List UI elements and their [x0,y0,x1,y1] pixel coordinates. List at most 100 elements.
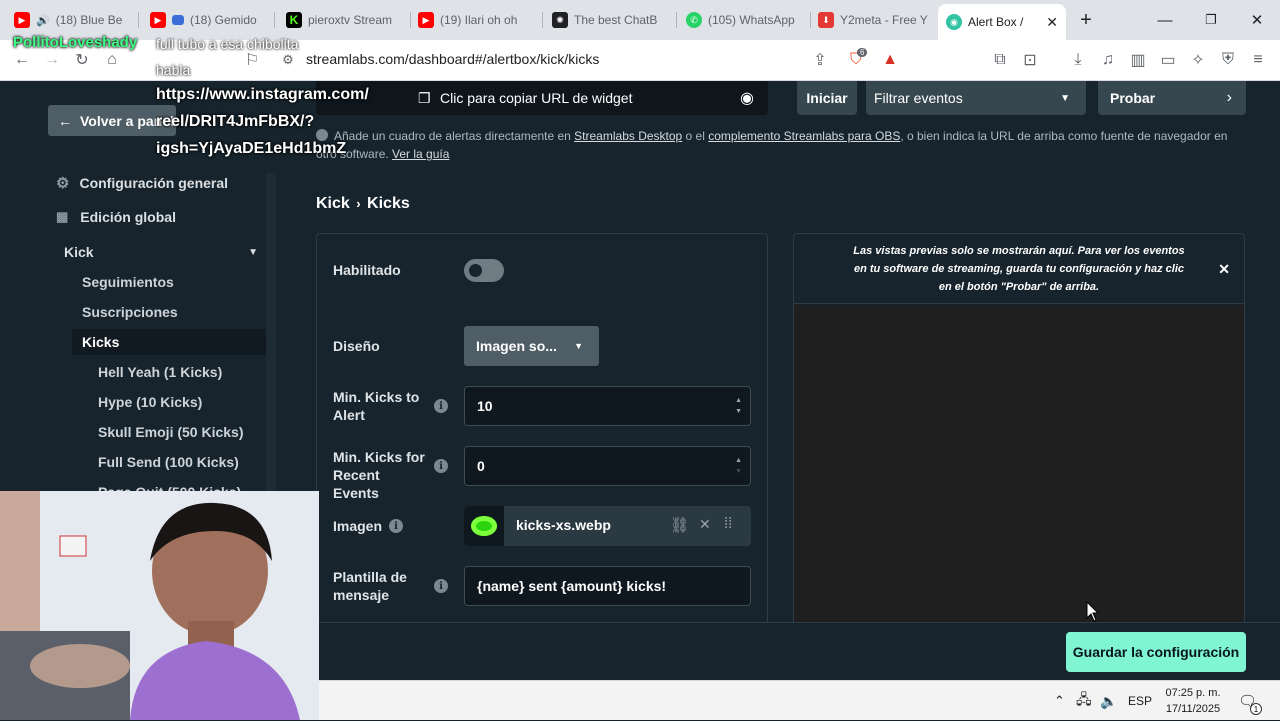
info-icon[interactable]: i [434,579,448,593]
info-text: o el [682,129,709,143]
caret-down-icon: ▼ [574,341,583,351]
min-kicks-alert-input[interactable]: 10 ▲ ▼ [464,386,751,426]
chevron-right-icon: › [1226,89,1232,106]
filter-events-dropdown[interactable]: Filtrar eventos ▼ [866,81,1086,115]
sidebar-kick-variation[interactable]: Full Send (100 Kicks) [98,449,239,475]
chatgpt-icon: ✺ [552,12,568,28]
vpn-icon[interactable]: ⛨ [1216,48,1240,72]
browser-tab[interactable]: ⬇ Y2meta - Free Y [810,6,938,34]
breadcrumb-current: Kicks [367,195,410,212]
url-bar[interactable]: streamlabs.com/dashboard#/alertbox/kick/… [306,51,599,67]
sidebar-section-kick[interactable]: Kick ▼ [64,239,258,265]
sidebar-item-global-edit[interactable]: ▦ Edición global [56,204,176,230]
image-label: Imagen [333,518,383,534]
youtube-icon: ▶ [14,12,30,28]
eye-icon[interactable]: ◉ [740,88,754,108]
min-kicks-recent-label: Min. Kicks for Recent Events [333,449,425,501]
network-icon[interactable]: 🖧 [1076,681,1092,721]
design-label: Diseño [333,338,380,354]
leo-ai-icon[interactable]: ✧ [1186,48,1210,72]
image-filename: kicks-xs.webp [516,517,611,533]
browser-tab-active[interactable]: ◉ Alert Box / ✕ [938,4,1066,40]
arrow-left-icon: ← [58,112,72,129]
stepper-icon[interactable]: ▲ ▼ [735,455,742,477]
info-icon[interactable]: i [389,519,403,533]
browser-tab[interactable]: ✆ (105) WhatsApp [678,6,806,34]
language-indicator[interactable]: ESP [1128,681,1152,721]
notifications-icon[interactable]: 🗨 [1238,681,1257,721]
design-select[interactable]: Imagen so... ▼ [464,326,599,366]
forward-icon[interactable]: → [40,48,64,72]
kick-icon: K [286,12,302,28]
extensions-icon[interactable]: ⧉ [988,48,1012,72]
sidebar-item-subscriptions[interactable]: Suscripciones [82,299,178,325]
volume-icon[interactable]: 🔈 [1100,681,1117,721]
media-icon[interactable]: ♫ [1096,48,1120,72]
whatsapp-icon: ✆ [686,12,702,28]
sidebar-kick-variation[interactable]: Hype (10 Kicks) [98,389,202,415]
close-icon[interactable]: ✕ [1218,261,1230,278]
chat-message: full tubo a esa chibolita [156,36,299,52]
browser-tab[interactable]: ▶ (19) Ilari oh oh [410,6,538,34]
info-icon[interactable]: i [434,399,448,413]
sidebar-kick-variation[interactable]: Skull Emoji (50 Kicks) [98,419,244,445]
chevron-up-icon[interactable]: ⌃ [1054,681,1065,721]
settings-panel: Habilitado Diseño Imagen so... ▼ Min. Ki… [316,233,768,633]
guide-link[interactable]: Ver la guía [392,147,449,161]
start-button[interactable]: Iniciar [797,81,857,115]
close-tab-icon[interactable]: ✕ [1046,14,1058,31]
filter-label: Filtrar eventos [874,90,963,106]
tab-label: (18) Gemido [190,13,257,27]
tab-label: pieroxtv Stream [308,13,393,27]
minimize-button[interactable]: — [1142,0,1188,40]
tab-label: (18) Blue Be [55,13,123,27]
cast-icon [172,15,184,25]
clock[interactable]: 07:25 p. m. 17/11/2025 [1158,681,1228,721]
browser-tab[interactable]: K pieroxtv Stream [278,6,406,34]
close-window-button[interactable]: ✕ [1234,0,1280,40]
info-icon[interactable]: i [434,459,448,473]
new-tab-button[interactable]: + [1064,0,1108,40]
downloads-icon[interactable]: ⤓ [1066,48,1090,72]
save-settings-button[interactable]: Guardar la configuración [1066,632,1246,672]
sidebar-item-follows[interactable]: Seguimientos [82,269,174,295]
image-picker[interactable]: kicks-xs.webp ⛓ ✕ ⁞⁞ [464,506,751,546]
link-icon[interactable]: ⛓ [670,516,689,534]
remove-icon[interactable]: ✕ [699,516,711,533]
tab-search-icon[interactable]: ⊡ [1018,48,1042,72]
obs-plugin-link[interactable]: complemento Streamlabs para OBS [708,129,900,143]
enabled-toggle[interactable] [464,259,504,282]
section-label: Kick [64,244,94,260]
speaker-icon[interactable]: 🔊 [36,14,50,27]
back-icon[interactable]: ← [10,48,34,72]
chat-username: PollitoLoveshady [13,34,138,51]
rewards-icon[interactable]: ▲ [878,48,902,72]
youtube-icon: ▶ [418,12,434,28]
clock-date: 17/11/2025 [1165,703,1221,715]
preview-panel: Las vistas previas solo se mostrarán aqu… [793,233,1245,633]
min-kicks-recent-input[interactable]: 0 ▲ ▼ [464,446,751,486]
message-template-input[interactable]: {name} sent {amount} kicks! [464,566,751,606]
home-icon[interactable]: ⌂ [100,48,124,72]
sidebar-toggle-icon[interactable]: ▥ [1126,48,1150,72]
sidebar-item-kicks-active[interactable]: Kicks [72,329,266,355]
restore-button[interactable]: ❐ [1188,0,1234,40]
menu-icon[interactable]: ≡ [1246,48,1270,72]
sidebar-kick-variation[interactable]: Hell Yeah (1 Kicks) [98,359,222,385]
sidebar-item-label: Configuración general [79,175,229,191]
browser-tab[interactable]: ▶ 🔊 (18) Blue Be [6,6,134,34]
reload-icon[interactable]: ↻ [70,48,94,72]
browser-tab[interactable]: ✺ The best ChatB [544,6,672,34]
widget-url-copy[interactable]: ❐ Clic para copiar URL de widget ◉ [316,81,768,115]
share-icon[interactable]: ⇪ [808,48,832,72]
sidebar-item-general-settings[interactable]: ⚙ Configuración general [56,170,228,196]
breadcrumb-parent[interactable]: Kick [316,195,350,212]
preview-note-text: Las vistas previas solo se mostrarán aqu… [853,244,1185,293]
test-button[interactable]: Probar › [1098,81,1246,115]
stepper-icon[interactable]: ▲ ▼ [735,395,742,417]
streamlabs-desktop-link[interactable]: Streamlabs Desktop [574,129,682,143]
gallery-icon[interactable]: ⁞⁞ [724,515,732,532]
wallet-icon[interactable]: ▭ [1156,48,1180,72]
preview-note: Las vistas previas solo se mostrarán aqu… [794,234,1244,304]
browser-tab[interactable]: ▶ (18) Gemido [142,6,270,34]
